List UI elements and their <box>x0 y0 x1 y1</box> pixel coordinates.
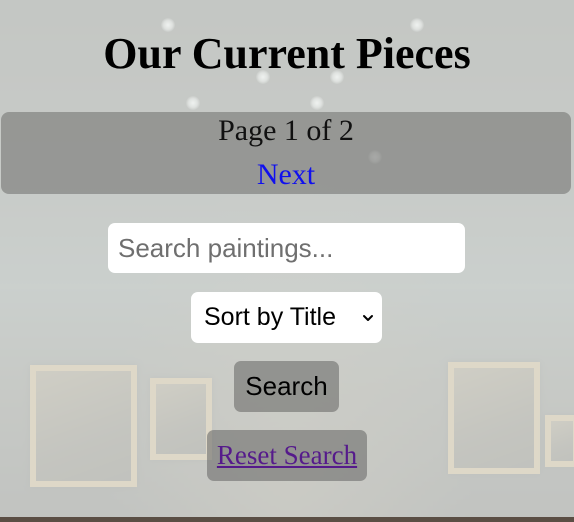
main-content: Our Current Pieces Page 1 of 2 Next Sort… <box>0 0 574 522</box>
search-input[interactable] <box>108 223 465 273</box>
next-page-link[interactable]: Next <box>1 158 571 192</box>
pagination-panel: Page 1 of 2 Next <box>1 112 571 194</box>
sort-select[interactable]: Sort by Title <box>191 292 382 343</box>
reset-search-button[interactable]: Reset Search <box>207 430 367 481</box>
bottom-edge <box>0 517 574 522</box>
chevron-down-icon <box>363 315 373 321</box>
reset-search-link[interactable]: Reset Search <box>207 430 367 481</box>
page-title: Our Current Pieces <box>103 29 471 78</box>
sort-select-value: Sort by Title <box>204 303 336 331</box>
search-button[interactable]: Search <box>234 361 339 412</box>
page-indicator: Page 1 of 2 <box>218 114 354 147</box>
